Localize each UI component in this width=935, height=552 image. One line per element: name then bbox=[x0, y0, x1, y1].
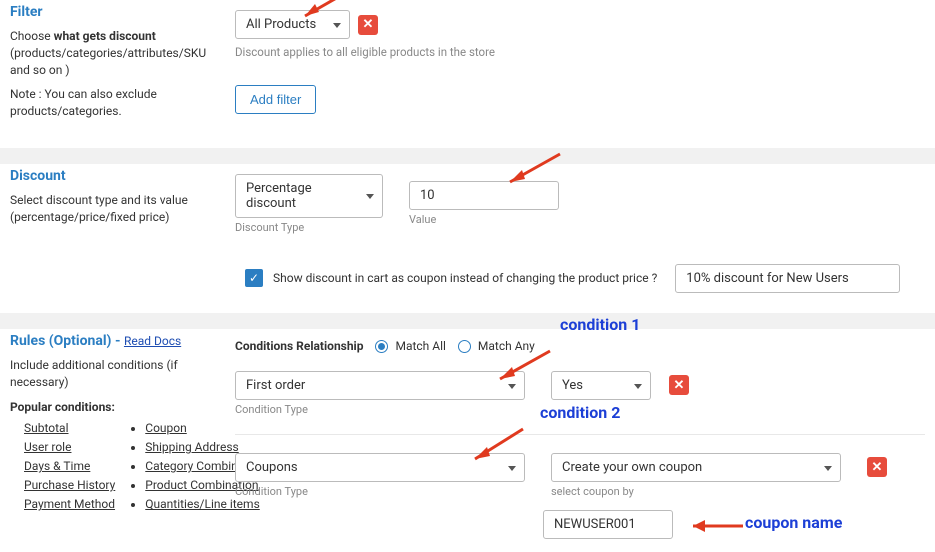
match-all-label: Match All bbox=[395, 339, 445, 353]
rules-section-title: Rules (Optional) - Read Docs bbox=[10, 333, 220, 349]
coupon-code-input[interactable]: NEWUSER001 bbox=[543, 510, 673, 539]
check-icon: ✓ bbox=[249, 271, 259, 285]
discount-type-label: Discount Type bbox=[235, 221, 383, 234]
discount-type-select[interactable]: Percentage discount bbox=[235, 174, 383, 218]
condition-2-type-label: Condition Type bbox=[235, 485, 525, 498]
coupon-display-text-input[interactable]: 10% discount for New Users bbox=[675, 264, 900, 293]
condition-1-type-select[interactable]: First order bbox=[235, 371, 525, 400]
discount-section-title: Discount bbox=[10, 168, 220, 184]
annotation-arrow bbox=[683, 518, 753, 538]
popular-conditions-col1: Subtotal User role Days & Time Purchase … bbox=[10, 421, 115, 516]
cond-link-subtotal[interactable]: Subtotal bbox=[24, 421, 69, 435]
cond-link-user-role[interactable]: User role bbox=[24, 440, 71, 454]
condition-2-delete-button[interactable]: ✕ bbox=[867, 457, 887, 477]
condition-1-type-label: Condition Type bbox=[235, 403, 525, 416]
close-icon: ✕ bbox=[363, 17, 374, 32]
add-filter-button[interactable]: Add filter bbox=[235, 85, 316, 114]
filter-help-2: Note : You can also exclude products/cat… bbox=[10, 86, 220, 120]
filter-product-select[interactable]: All Products bbox=[235, 10, 350, 39]
show-as-coupon-checkbox[interactable]: ✓ bbox=[245, 269, 263, 287]
match-all-radio[interactable] bbox=[375, 340, 388, 353]
close-icon: ✕ bbox=[872, 460, 883, 475]
condition-2-type-select[interactable]: Coupons bbox=[235, 453, 525, 482]
discount-value-label: Value bbox=[409, 213, 559, 226]
cond-link-coupon[interactable]: Coupon bbox=[145, 421, 186, 435]
condition-1-yes-select[interactable]: Yes bbox=[551, 371, 651, 400]
filter-delete-button[interactable]: ✕ bbox=[358, 15, 378, 35]
select-coupon-by-label: select coupon by bbox=[551, 485, 841, 498]
rules-help: Include additional conditions (if necess… bbox=[10, 357, 220, 391]
cond-link-payment-method[interactable]: Payment Method bbox=[24, 497, 115, 511]
cond-link-purchase-history[interactable]: Purchase History bbox=[24, 478, 115, 492]
condition-2-mode-select[interactable]: Create your own coupon bbox=[551, 453, 841, 482]
cond-link-days-time[interactable]: Days & Time bbox=[24, 459, 90, 473]
match-any-radio[interactable] bbox=[458, 340, 471, 353]
cond-link-shipping-address[interactable]: Shipping Address bbox=[145, 440, 238, 454]
read-docs-link[interactable]: Read Docs bbox=[124, 334, 181, 348]
show-as-coupon-label: Show discount in cart as coupon instead … bbox=[273, 271, 657, 285]
filter-help-1: Choose what gets discount (products/cate… bbox=[10, 28, 220, 78]
filter-applies-note: Discount applies to all eligible product… bbox=[235, 45, 925, 59]
conditions-relationship-label: Conditions Relationship bbox=[235, 339, 363, 353]
popular-conditions-label: Popular conditions: bbox=[10, 399, 220, 416]
filter-section-title: Filter bbox=[10, 4, 220, 20]
match-any-label: Match Any bbox=[478, 339, 535, 353]
condition-1-delete-button[interactable]: ✕ bbox=[669, 375, 689, 395]
close-icon: ✕ bbox=[674, 378, 685, 393]
discount-help: Select discount type and its value (perc… bbox=[10, 192, 220, 226]
discount-value-input[interactable]: 10 bbox=[409, 181, 559, 210]
